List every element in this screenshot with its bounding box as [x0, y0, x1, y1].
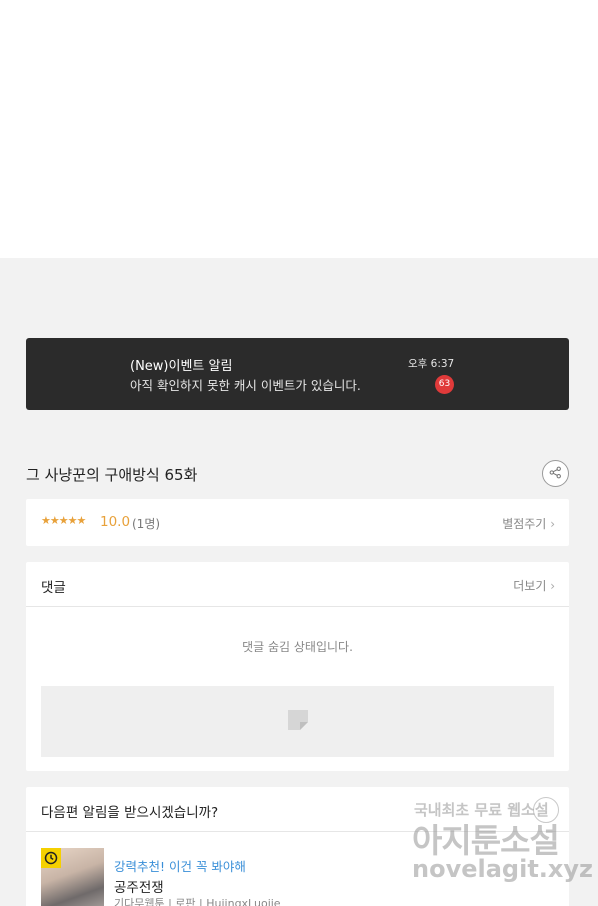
content-area-top: [0, 0, 598, 258]
image-placeholder-icon: [287, 709, 309, 735]
notification-body: 아직 확인하지 못한 캐시 이벤트가 있습니다.: [130, 378, 361, 393]
notification-time: 오후 6:37: [408, 358, 455, 370]
work-meta: 기다무웹툰 | 로판 | HuiingxLuojie: [114, 897, 281, 906]
chevron-right-icon: ›: [550, 579, 555, 593]
rating-stars: ★★★★★: [41, 514, 86, 527]
rate-button-label: 별점주기: [502, 517, 547, 531]
rating-votes: (1명): [132, 517, 161, 531]
clock-icon: [41, 848, 61, 868]
chevron-right-icon: ›: [550, 517, 555, 531]
recommended-thumbnail[interactable]: [41, 848, 104, 906]
watermark-line3: novelagit.xyz: [412, 855, 594, 883]
notification-count-badge: 63: [435, 375, 454, 394]
work-title[interactable]: 공주전쟁: [114, 876, 164, 896]
comment-label: 댓글: [41, 580, 66, 596]
comment-more-button[interactable]: 더보기 ›: [513, 577, 555, 594]
share-icon: [549, 464, 562, 483]
next-episode-label: 다음편 알림을 받으시겠습니까?: [41, 805, 219, 821]
recommend-title[interactable]: 강력추천! 이건 꼭 봐야해: [114, 856, 246, 875]
rating-score: 10.0: [100, 514, 131, 530]
share-button[interactable]: [542, 460, 569, 487]
rate-button[interactable]: 별점주기 ›: [502, 515, 555, 532]
notification-title: (New)이벤트 알림: [130, 359, 233, 374]
episode-title: 그 사냥꾼의 구애방식 65화: [26, 466, 198, 484]
ad-placeholder: [41, 686, 554, 757]
comments-hidden-message: 댓글 숨김 상태입니다.: [242, 640, 353, 654]
comment-more-label: 더보기: [513, 579, 547, 593]
comment-section: 댓글 더보기 › 댓글 숨김 상태입니다.: [26, 562, 569, 771]
comment-header: 댓글 더보기 ›: [26, 562, 569, 607]
event-notification[interactable]: (New)이벤트 알림 아직 확인하지 못한 캐시 이벤트가 있습니다. 오후 …: [26, 338, 569, 410]
rating-card: ★★★★★ 10.0 (1명) 별점주기 ›: [26, 499, 569, 546]
